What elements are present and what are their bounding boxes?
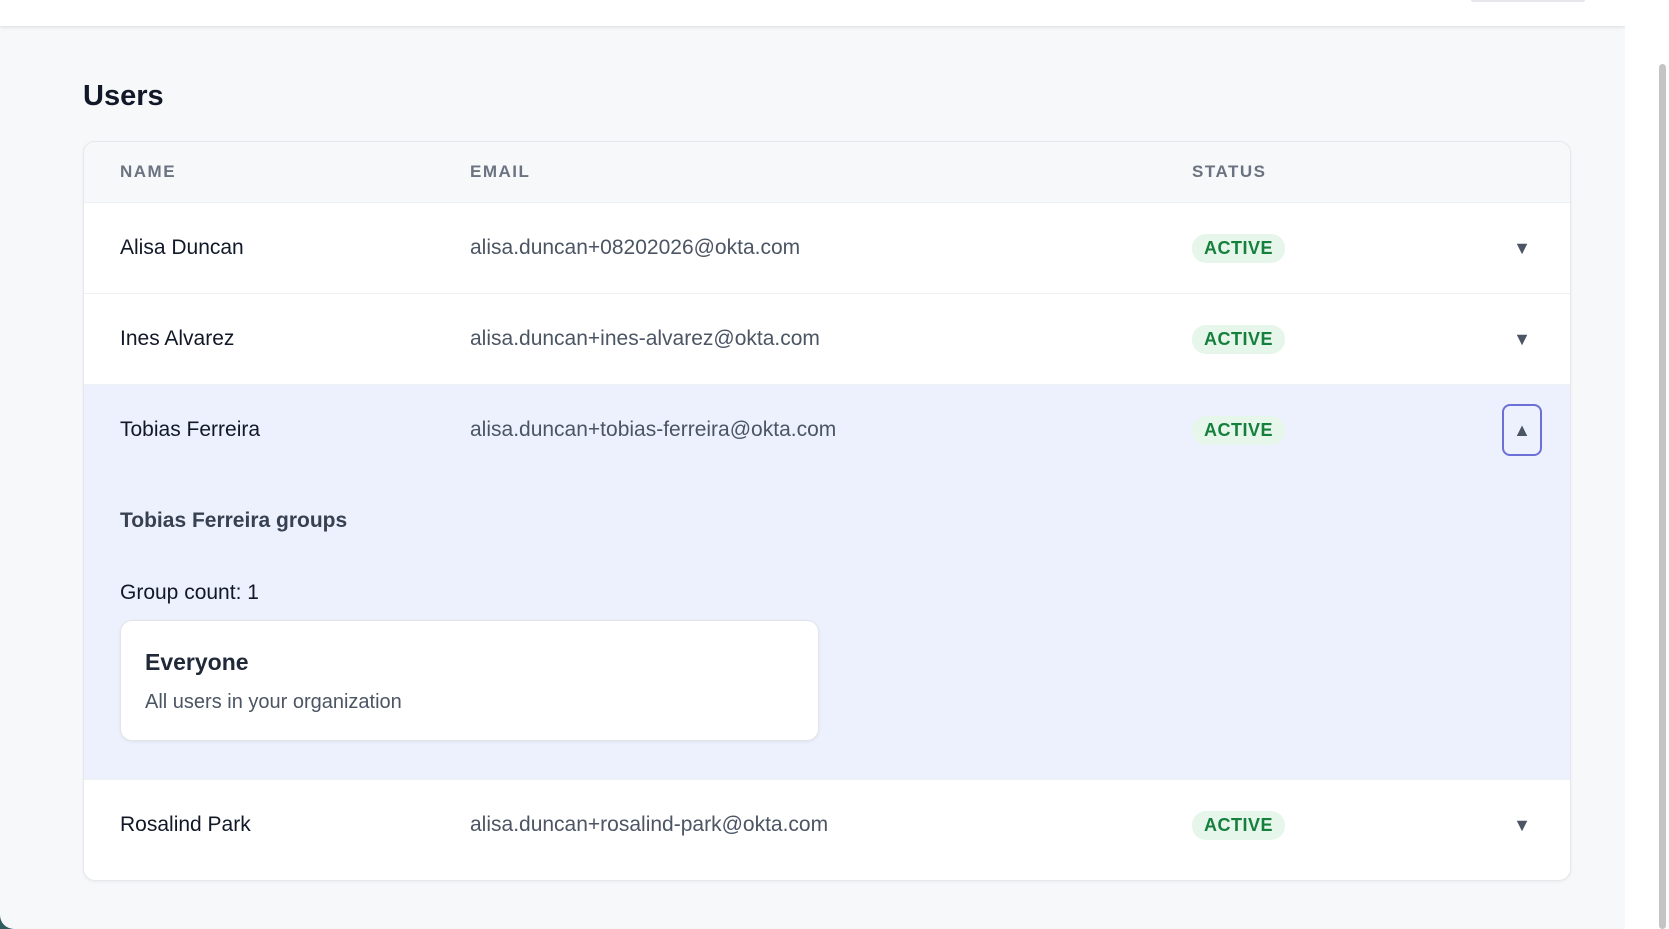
user-email: alisa.duncan+tobias-ferreira@okta.com [470, 418, 837, 441]
groups-title: Tobias Ferreira groups [120, 509, 348, 532]
table-row: Rosalind Park alisa.duncan+rosalind-park… [84, 779, 1570, 870]
user-name: Rosalind Park [120, 813, 251, 836]
chevron-up-icon[interactable]: ▲ [1502, 404, 1542, 456]
top-bar [0, 0, 1625, 26]
user-email: alisa.duncan+ines-alvarez@okta.com [470, 327, 820, 350]
chevron-down-icon[interactable]: ▼ [1502, 222, 1542, 274]
table-row: Tobias Ferreira alisa.duncan+tobias-ferr… [84, 384, 1570, 475]
top-bar-tab[interactable] [1471, 0, 1585, 2]
user-email: alisa.duncan+08202026@okta.com [470, 236, 801, 259]
expanded-row: Tobias Ferreira alisa.duncan+tobias-ferr… [84, 384, 1570, 779]
chevron-down-icon[interactable]: ▼ [1502, 799, 1542, 851]
group-description: All users in your organization [145, 691, 402, 713]
group-name: Everyone [145, 649, 249, 675]
header-status: STATUS [1192, 162, 1267, 181]
scrollbar-thumb[interactable] [1659, 64, 1666, 929]
users-table: NAME EMAIL STATUS Alisa Duncan alisa.dun… [83, 141, 1571, 881]
table-row: Ines Alvarez alisa.duncan+ines-alvarez@o… [84, 293, 1570, 384]
table-header: NAME EMAIL STATUS [84, 142, 1570, 202]
chevron-down-icon[interactable]: ▼ [1502, 313, 1542, 365]
status-badge: ACTIVE [1192, 810, 1286, 840]
page-title: Users [83, 80, 164, 112]
user-email: alisa.duncan+rosalind-park@okta.com [470, 813, 829, 836]
status-badge: ACTIVE [1192, 324, 1286, 354]
header-email: EMAIL [470, 162, 531, 181]
table-row: Alisa Duncan alisa.duncan+08202026@okta.… [84, 202, 1570, 293]
status-badge: ACTIVE [1192, 233, 1286, 263]
group-card-everyone: Everyone All users in your organization [120, 620, 819, 741]
header-name: NAME [120, 162, 177, 181]
status-badge: ACTIVE [1192, 415, 1286, 445]
app-window: Users NAME EMAIL STATUS Alisa Duncan ali… [0, 0, 1625, 929]
groups-panel: Tobias Ferreira groups Group count: 1 Ev… [84, 475, 1570, 779]
group-count: Group count: 1 [120, 581, 259, 604]
user-name: Ines Alvarez [120, 327, 235, 350]
user-name: Alisa Duncan [120, 236, 244, 259]
user-name: Tobias Ferreira [120, 418, 261, 441]
